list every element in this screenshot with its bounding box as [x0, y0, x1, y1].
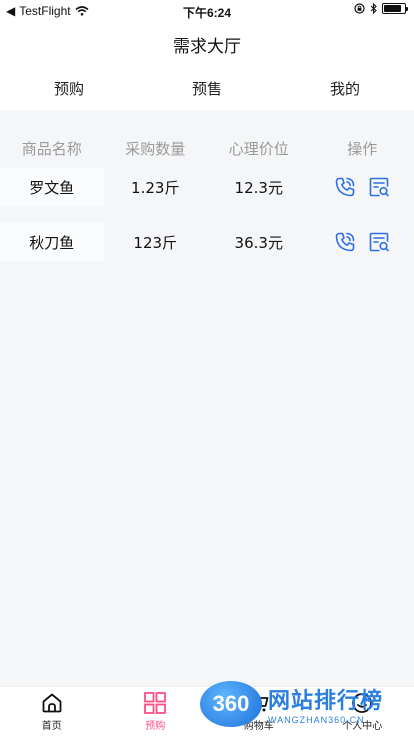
product-name: 罗文鱼	[0, 168, 104, 206]
nav-bar: 需求大厅	[0, 22, 414, 66]
table-header: 商品名称 采购数量 心理价位 操作	[0, 132, 414, 164]
tabbar-item-presale[interactable]: 预购	[104, 687, 208, 736]
purchase-quantity: 1.23斤	[131, 178, 180, 197]
header-actions: 操作	[347, 139, 378, 158]
tab-presale-purchase[interactable]: 预购	[0, 66, 138, 110]
order-detail-search-icon[interactable]	[367, 175, 391, 199]
row-actions	[311, 175, 414, 199]
status-bar: ◀ TestFlight 下午6:24	[0, 0, 414, 22]
purchase-quantity: 123斤	[133, 233, 178, 252]
tab-mine[interactable]: 我的	[276, 66, 414, 110]
battery-icon	[382, 3, 408, 14]
header-quantity: 采购数量	[125, 139, 186, 158]
top-tabs: 预购 预售 我的	[0, 66, 414, 110]
expected-price: 12.3元	[234, 178, 283, 197]
table-row: 罗文鱼 1.23斤 12.3元	[0, 168, 414, 206]
order-detail-search-icon[interactable]	[367, 230, 391, 254]
watermark-badge: 360	[200, 680, 262, 727]
status-time: 下午6:24	[182, 6, 232, 20]
header-price: 心理价位	[228, 139, 289, 158]
header-product-name: 商品名称	[21, 139, 82, 158]
home-icon	[42, 693, 62, 713]
expected-price: 36.3元	[234, 233, 283, 252]
table-row: 秋刀鱼 123斤 36.3元	[0, 223, 414, 261]
tabbar-item-home[interactable]: 首页	[0, 687, 104, 736]
phone-call-icon[interactable]	[333, 230, 357, 254]
phone-call-icon[interactable]	[333, 175, 357, 199]
page-title: 需求大厅	[173, 36, 241, 57]
watermark-logo: 360 网站排行榜 WANGZHAN360.CN	[200, 671, 414, 736]
bluetooth-icon	[370, 3, 377, 14]
watermark-url: WANGZHAN360.CN	[268, 714, 365, 725]
grid-icon	[144, 692, 167, 714]
orientation-lock-icon	[354, 3, 365, 14]
product-name: 秋刀鱼	[0, 223, 104, 261]
watermark-text: 网站排行榜 WANGZHAN360.CN	[268, 683, 383, 725]
row-actions	[311, 230, 414, 254]
status-right	[354, 3, 408, 14]
watermark-title: 网站排行榜	[268, 688, 384, 714]
tabbar-label-home: 首页	[41, 721, 62, 732]
tabbar-label-presale: 预购	[145, 721, 166, 732]
tab-presale[interactable]: 预售	[138, 66, 276, 110]
